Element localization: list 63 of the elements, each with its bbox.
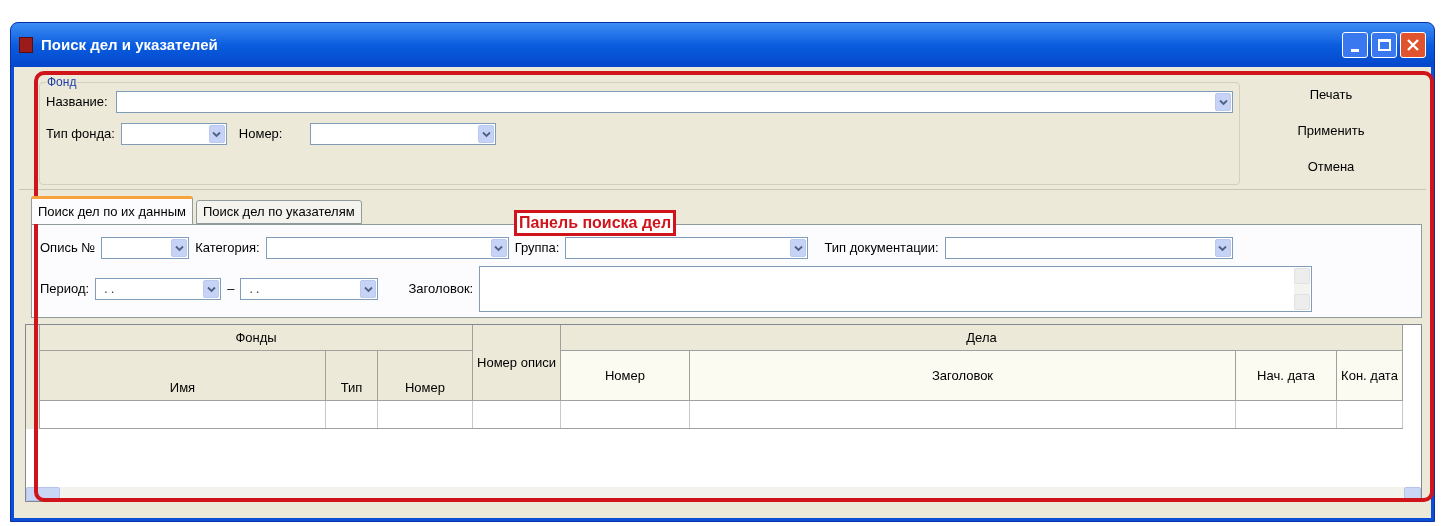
tab[interactable]: Поиск дел по указателям — [195, 200, 362, 224]
combo-box[interactable] — [265, 237, 509, 259]
date-value: . . — [249, 282, 260, 296]
close-icon — [1406, 38, 1420, 52]
column-header[interactable]: Номер — [561, 351, 690, 401]
field-label: Тип фонда: — [46, 125, 115, 144]
dropdown-button[interactable] — [171, 239, 188, 257]
table-row[interactable] — [40, 401, 1403, 429]
action-button[interactable]: Отмена — [1299, 157, 1363, 177]
chevron-down-icon — [494, 244, 504, 252]
field-label: Опись № — [40, 239, 96, 258]
column-header[interactable]: Заголовок — [690, 351, 1236, 401]
group-header: Фонды — [40, 325, 473, 351]
dropdown-button[interactable] — [478, 125, 495, 143]
dropdown-button[interactable] — [360, 280, 377, 298]
combo-box[interactable] — [115, 91, 1233, 113]
field-label: Категория: — [195, 239, 260, 258]
close-button[interactable] — [1400, 32, 1426, 58]
combo-box[interactable] — [101, 237, 190, 259]
combo-box[interactable] — [944, 237, 1233, 259]
chevron-down-icon — [793, 244, 803, 252]
app-icon — [19, 37, 33, 53]
dropdown-button[interactable] — [1215, 93, 1231, 111]
field-label: Группа: — [514, 239, 560, 258]
annotation-label: Панель поиска дел — [514, 210, 677, 236]
window-title: Поиск дел и указателей — [41, 34, 219, 55]
chevron-down-icon — [174, 244, 184, 252]
dropdown-button[interactable] — [490, 239, 507, 257]
chevron-down-icon — [1218, 98, 1228, 106]
dropdown-button[interactable] — [208, 125, 225, 143]
action-button[interactable]: Применить — [1289, 121, 1373, 141]
combo-box[interactable] — [310, 123, 497, 145]
field-label: Тип документации: — [824, 239, 939, 258]
column-header[interactable]: Имя — [40, 351, 326, 401]
minimize-button[interactable] — [1342, 32, 1368, 58]
action-button[interactable]: Печать — [1301, 85, 1361, 105]
column-header[interactable]: Номер — [378, 351, 473, 401]
field-label: Период: — [40, 280, 90, 299]
chevron-down-icon — [1218, 244, 1228, 252]
field-label: Заголовок: — [408, 280, 474, 299]
column-header[interactable]: Тип — [326, 351, 378, 401]
chevron-down-icon — [363, 285, 373, 293]
combo-box[interactable] — [120, 123, 227, 145]
date-value: . . — [104, 282, 115, 296]
dropdown-button[interactable] — [1214, 239, 1231, 257]
field-label: Название: — [46, 93, 108, 112]
column-header[interactable]: Нач. дата — [1236, 351, 1337, 401]
chevron-down-icon — [206, 285, 216, 293]
column-header[interactable]: Номер описи — [473, 325, 561, 401]
tab[interactable]: Поиск дел по их данным — [31, 196, 193, 224]
field-label: – — [227, 280, 235, 299]
combo-box[interactable]: . . — [240, 278, 379, 300]
combo-box[interactable]: . . — [95, 278, 222, 300]
group-header: Дела — [561, 325, 1403, 351]
field-label: Номер: — [238, 125, 283, 144]
chevron-down-icon — [481, 130, 491, 138]
dropdown-button[interactable] — [203, 280, 220, 298]
chevron-down-icon — [212, 130, 222, 138]
combo-box[interactable] — [565, 237, 809, 259]
column-header[interactable]: Кон. дата — [1337, 351, 1403, 401]
dropdown-button[interactable] — [790, 239, 807, 257]
maximize-button[interactable] — [1371, 32, 1397, 58]
group-legend: Фонд — [46, 73, 78, 91]
